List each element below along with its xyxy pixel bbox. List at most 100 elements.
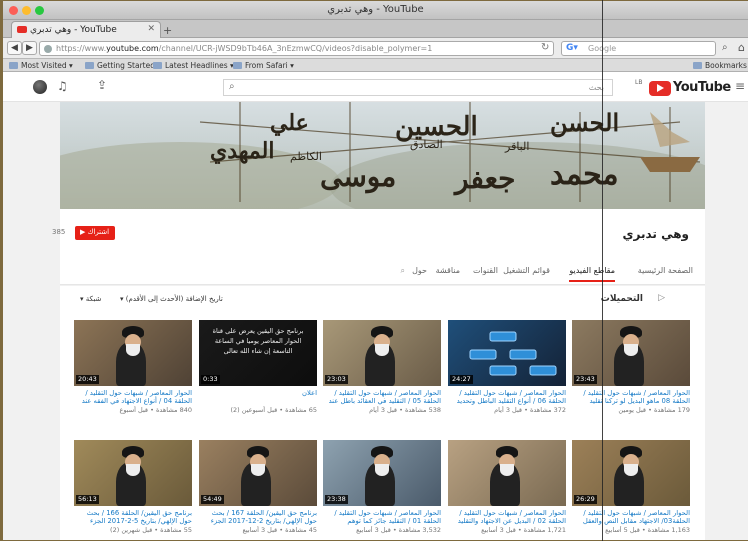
video-thumbnail[interactable]: برنامج حق اليقين يعرض على قناة الحوار ال… [199, 320, 317, 386]
window-title: وهي تدبري - YouTube [327, 4, 424, 15]
channel-banner: الحسين الحسن الكاظم موسى جعفر الصادق الب… [60, 102, 705, 209]
video-card[interactable]: 20:43 الحوار المعاصر / شبهات حول التقليد … [74, 320, 192, 414]
youtube-search-input[interactable]: بحث [223, 79, 613, 96]
url-bar[interactable]: https://www.youtube.com/channel/UCR-jWSD… [39, 41, 554, 56]
video-card[interactable]: 54:49 برنامج حق اليقين/ الحلقة 167 / بحث … [199, 440, 317, 534]
bookmark-latest-headlines[interactable]: Latest Headlines ▾ [153, 61, 234, 70]
video-title[interactable]: الحوار المعاصر / شبهات حول التقليد / الح… [572, 389, 690, 405]
video-title[interactable]: اعلان [199, 389, 317, 405]
video-meta: 45 مشاهدة • قبل 3 أسابيع [242, 526, 317, 534]
bookmark-icon [85, 62, 94, 69]
sort-dropdown[interactable]: ▾ تاريخ الإضافة (الأحدث إلى الأقدم) [120, 295, 223, 303]
search-icon[interactable]: ⌕ [722, 42, 728, 53]
video-title[interactable]: برنامج حق اليقين/ الحلقة 166 / بحث حول ا… [74, 509, 192, 525]
subscribe-button[interactable]: ▶ اشتراك [75, 226, 115, 240]
video-thumbnail[interactable]: 23:38 [323, 440, 441, 506]
video-title[interactable]: الحوار المعاصر / شبهات حول التقليد / الح… [323, 509, 441, 525]
browser-tab[interactable]: وهي تدبري - YouTube ✕ [11, 21, 161, 38]
video-card[interactable]: 56:13 برنامج حق اليقين/ الحلقة 166 / بحث … [74, 440, 192, 534]
tab-videos[interactable]: مقاطع الفيديو [569, 266, 615, 282]
video-thumbnail[interactable]: 54:49 [199, 440, 317, 506]
video-thumbnail[interactable]: 26:29 [572, 440, 690, 506]
folder-icon [9, 62, 18, 69]
video-card[interactable]: 24:27 الحوار المعاصر / شبهات حول التقليد … [448, 320, 566, 414]
video-thumbnail[interactable]: 56:13 [74, 440, 192, 506]
video-duration: 23:43 [574, 375, 597, 384]
tab-home[interactable]: الصفحة الرئيسية [638, 266, 693, 275]
subscriber-count: 385 [52, 228, 66, 236]
channel-search-icon[interactable]: ⌕ [401, 266, 405, 276]
logo-text: YouTube [673, 80, 731, 95]
play-all-icon[interactable]: ▷ [658, 293, 665, 303]
video-thumbnail[interactable] [448, 440, 566, 506]
video-card[interactable]: 23:03 الحوار المعاصر / شبهات حول التقليد … [323, 320, 441, 414]
view-label: شبكة [85, 295, 102, 303]
video-duration: 20:43 [76, 375, 99, 384]
video-thumbnail[interactable]: 23:03 [323, 320, 441, 386]
video-card[interactable]: الحوار المعاصر / شبهات حول التقليد / الح… [448, 440, 566, 534]
logo-region: LB [635, 79, 643, 86]
video-meta: 1,721 مشاهدة • قبل 3 أسابيع [481, 526, 566, 534]
thumbnail-caption: برنامج حق اليقين يعرض على قناة الحوار ال… [212, 327, 304, 355]
beard [126, 344, 140, 356]
account-avatar[interactable] [33, 80, 47, 94]
video-meta: 3,532 مشاهدة • قبل 3 أسابيع [356, 526, 441, 534]
tab-close-icon[interactable]: ✕ [147, 24, 155, 34]
view-dropdown[interactable]: ▾ شبكة [80, 295, 101, 303]
uploads-title: التحميلات [600, 294, 643, 304]
video-meta: 55 مشاهدة • قبل شهرين (2) [110, 526, 192, 534]
video-title[interactable]: الحوار المعاصر / شبهات حول التقليد / الح… [74, 389, 192, 405]
youtube-play-icon [649, 81, 671, 96]
tab-playlists[interactable]: قوائم التشغيل [503, 266, 550, 275]
reload-icon[interactable]: ↻ [541, 42, 549, 53]
bookmark-most-visited[interactable]: Most Visited ▾ [9, 61, 73, 70]
forward-icon[interactable]: ▶ [22, 41, 37, 55]
video-card[interactable]: برنامج حق اليقين يعرض على قناة الحوار ال… [199, 320, 317, 414]
site-info-icon[interactable] [44, 45, 52, 53]
cursor-line [602, 0, 603, 541]
search-button-icon[interactable]: ⌕ [229, 81, 235, 92]
video-card[interactable]: 23:38 الحوار المعاصر / شبهات حول التقليد … [323, 440, 441, 534]
home-icon[interactable]: ⌂ [738, 41, 745, 54]
beard [375, 344, 389, 356]
video-duration: 56:13 [76, 495, 99, 504]
tab-title: وهي تدبري - YouTube [30, 25, 117, 35]
banner-word: جعفر [455, 162, 516, 195]
video-thumbnail[interactable]: 23:43 [572, 320, 690, 386]
youtube-logo[interactable]: LB YouTube [635, 79, 731, 96]
video-meta: 372 مشاهدة • قبل 3 أيام [494, 406, 566, 414]
tab-channels[interactable]: القنوات [473, 266, 498, 275]
title-bar: وهي تدبري - YouTube [3, 1, 748, 20]
tab-strip: وهي تدبري - YouTube ✕ + [3, 20, 748, 38]
video-duration: 54:49 [201, 495, 224, 504]
video-card[interactable]: 23:43 الحوار المعاصر / شبهات حول التقليد … [572, 320, 690, 414]
bookmark-from-safari[interactable]: From Safari ▾ [233, 61, 294, 70]
new-tab-icon[interactable]: + [163, 24, 172, 37]
sort-label: تاريخ الإضافة (الأحدث إلى الأقدم) [125, 295, 223, 303]
video-thumbnail[interactable]: 20:43 [74, 320, 192, 386]
video-title[interactable]: الحوار المعاصر / شبهات حول التقليد / الح… [323, 389, 441, 405]
video-meta: 538 مشاهدة • قبل 3 أيام [369, 406, 441, 414]
video-title[interactable]: الحوار المعاصر / شبهات حول التقليد / الح… [448, 509, 566, 525]
bookmarks-menu[interactable]: Bookmarks [693, 61, 747, 70]
video-card[interactable]: 26:29 الحوار المعاصر / شبهات حول التقليد … [572, 440, 690, 534]
video-title[interactable]: برنامج حق اليقين/ الحلقة 167 / بحث حول ا… [199, 509, 317, 525]
beard [624, 464, 638, 476]
bookmark-getting-started[interactable]: Getting Started [85, 61, 155, 70]
banner-word: الكاظم [290, 150, 322, 163]
youtube-favicon-icon [17, 26, 27, 33]
banner-word: محمد [550, 157, 619, 192]
video-thumbnail[interactable]: 24:27 [448, 320, 566, 386]
tab-discussion[interactable]: مناقشة [436, 266, 460, 275]
guide-menu-icon[interactable]: ≡ [735, 79, 745, 93]
channel-tabs: الصفحة الرئيسية مقاطع الفيديو قوائم التش… [60, 259, 705, 285]
tab-about[interactable]: حول [412, 266, 427, 275]
web-search-field[interactable]: G▾ Google [561, 41, 716, 56]
video-meta: 179 مشاهدة • قبل يومين [618, 406, 690, 414]
upload-icon[interactable]: ⇪ [97, 78, 107, 92]
video-title[interactable]: الحوار المعاصر / شبهات حول التقليد / الح… [448, 389, 566, 405]
notifications-bell-icon[interactable]: ♫ [57, 79, 68, 93]
back-icon[interactable]: ◀ [7, 41, 22, 55]
beard [126, 464, 140, 476]
video-title[interactable]: الحوار المعاصر / شبهات حول التقليد / الح… [572, 509, 690, 525]
